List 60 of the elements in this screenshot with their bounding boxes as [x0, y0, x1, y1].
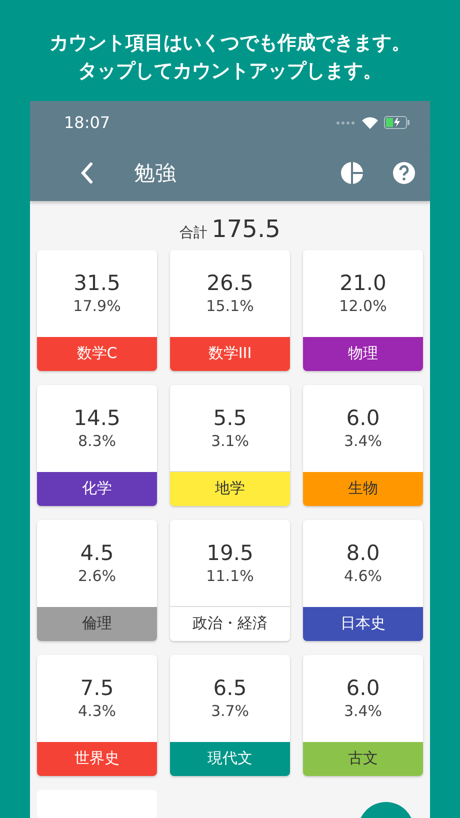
- count-percent: 11.1%: [206, 566, 254, 586]
- counter-card[interactable]: 21.0 12.0% 物理: [303, 250, 423, 371]
- count-value: 4.5: [80, 540, 114, 566]
- counter-card[interactable]: 19.5 11.1% 政治・経済: [170, 520, 290, 641]
- back-icon[interactable]: [80, 162, 94, 184]
- count-value: 6.0: [346, 405, 380, 432]
- count-percent: 8.3%: [78, 431, 116, 452]
- signal-icon: [336, 120, 356, 125]
- battery-icon: [384, 116, 410, 130]
- counter-label: 日本史: [303, 606, 423, 641]
- counter-label: 現代文: [170, 742, 290, 776]
- count-value: 6.0: [346, 675, 380, 702]
- counter-label: 数学III: [170, 336, 290, 371]
- status-time: 18:07: [64, 113, 110, 132]
- counter-label: 政治・経済: [170, 606, 290, 641]
- total-label: 合計: [180, 224, 208, 242]
- counter-card[interactable]: 26.5 15.1% 数学III: [170, 250, 290, 371]
- counter-card[interactable]: 6.5 3.7% 現代文: [170, 654, 290, 776]
- counter-card[interactable]: 6.0 3.4% 生物: [303, 384, 423, 506]
- count-percent: 3.7%: [210, 701, 250, 722]
- count-value: 7.5: [80, 675, 114, 702]
- counter-label: 世界史: [37, 742, 157, 776]
- help-icon[interactable]: [392, 160, 416, 185]
- wifi-icon: [362, 116, 378, 129]
- count-percent: 15.1%: [206, 296, 254, 316]
- counter-card[interactable]: 31.5 17.9% 数学C: [37, 250, 157, 371]
- counter-card[interactable]: 4.5 2.6% 倫理: [37, 520, 157, 641]
- total-value: 175.5: [212, 214, 280, 243]
- counter-label: 古文: [303, 742, 423, 776]
- counter-label: 物理: [303, 336, 423, 371]
- count-percent: 4.3%: [78, 701, 116, 722]
- counter-card[interactable]: 8.0 4.6% 日本史: [303, 520, 423, 641]
- count-value: 31.5: [74, 270, 120, 296]
- counter-label: 数学C: [37, 336, 157, 371]
- headline: カウント項目はいくつでも作成できます。: [50, 31, 410, 56]
- pie-chart-icon[interactable]: [340, 160, 364, 185]
- count-value: 5.5: [213, 404, 247, 431]
- count-percent: 2.6%: [78, 566, 116, 586]
- count-percent: 3.1%: [210, 430, 250, 451]
- count-percent: 3.4%: [344, 431, 382, 452]
- headline: タップしてカウントアップします。: [78, 59, 382, 84]
- counter-label: 化学: [37, 472, 157, 506]
- count-value: 21.0: [340, 270, 386, 296]
- count-percent: 4.6%: [344, 566, 382, 586]
- count-value: 8.0: [346, 540, 380, 566]
- counter-label: 倫理: [37, 606, 157, 641]
- count-value: 14.5: [74, 405, 120, 432]
- count-percent: 3.4%: [344, 701, 382, 722]
- count-value: 19.5: [206, 540, 254, 566]
- count-value: 26.5: [206, 270, 254, 296]
- counter-card[interactable]: 7.5 4.3% 世界史: [37, 654, 157, 776]
- counter-card[interactable]: 14.5 8.3% 化学: [37, 384, 157, 506]
- count-percent: 12.0%: [339, 296, 387, 316]
- counter-label: 生物: [303, 472, 423, 506]
- count-value: 6.5: [213, 675, 247, 702]
- screen-title: 勉強: [134, 160, 177, 187]
- count-percent: 17.9%: [73, 296, 121, 316]
- counter-card[interactable]: 6.0 3.4% 古文: [303, 654, 423, 776]
- counter-card[interactable]: 5.5 3.1% 地学: [170, 384, 290, 506]
- counter-label: 地学: [170, 470, 290, 506]
